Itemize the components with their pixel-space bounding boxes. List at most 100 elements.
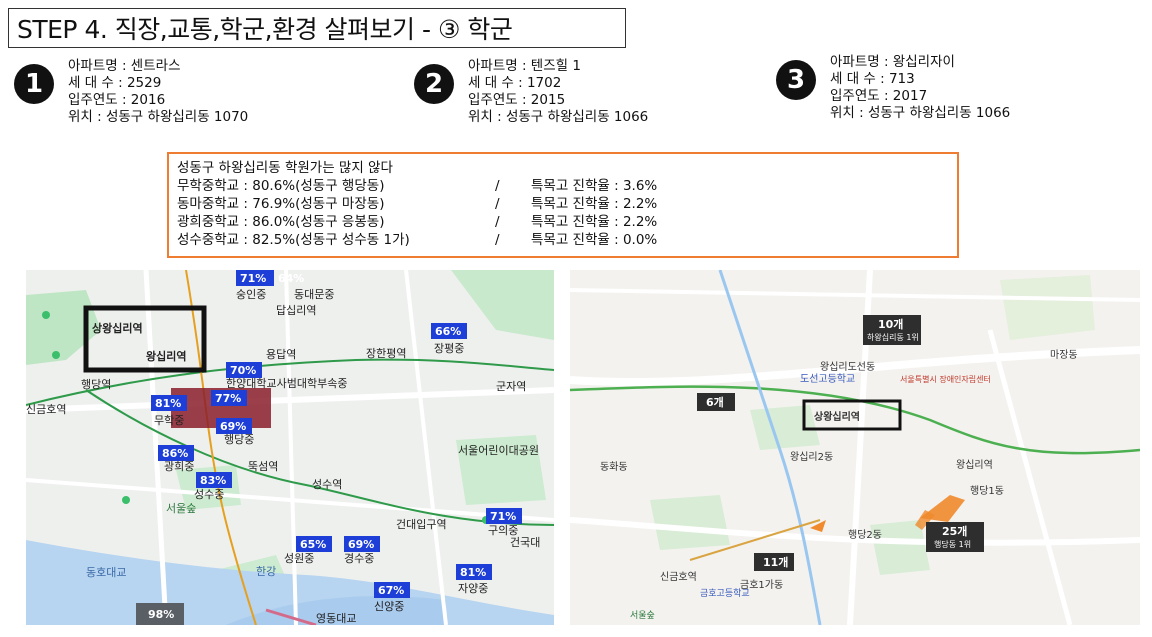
map-label: 왕십리역 [146, 349, 186, 363]
map-tag-count: 10개 [878, 317, 903, 331]
map-canvas: 10개 하왕십리동 1위 6개 25개 행당동 1위 11개 상왕십리역 왕십리… [570, 270, 1140, 625]
map-badge: 98% [148, 608, 174, 621]
map-badge: 83% [200, 474, 226, 487]
apartment-year: 입주연도 : 2015 [468, 92, 566, 108]
map-badge: 81% [460, 566, 486, 579]
map-label: 왕십리도선동 [820, 361, 875, 373]
apartment-badge: 1 [14, 64, 54, 104]
school-info-box: 성동구 하왕십리동 학원가는 많지 않다 무학중학교 : 80.6%(성동구 행… [167, 152, 959, 258]
special-high-rate: 특목고 진학율 : 2.2% [531, 214, 658, 230]
apartment-badge: 3 [776, 60, 816, 100]
apartment-households: 세 대 수 : 1702 [468, 75, 562, 91]
special-high-rate: 특목고 진학율 : 3.6% [531, 178, 658, 194]
map-label: 동대문중 [294, 288, 334, 301]
map-label: 숭인중 [236, 288, 266, 301]
map-label: 왕십리역 [956, 459, 993, 471]
map-label: 동화동 [600, 461, 628, 473]
map-label: 왕십리2동 [790, 451, 833, 463]
map-tag-rank: 하왕십리동 1위 [867, 332, 919, 342]
separator: / [495, 196, 500, 212]
school-row: 동마중학교 : 76.9%(성동구 마장동) / 특목고 진학율 : 2.2% [177, 195, 949, 213]
map-badge: 77% [215, 392, 241, 405]
map-tag-rank: 행당동 1위 [934, 539, 971, 549]
map-station-box-label: 상왕십리역 [814, 410, 860, 423]
map-label: 행당2동 [848, 529, 882, 541]
map-label: 신양중 [374, 600, 404, 613]
map-label: 뚝섬역 [248, 460, 278, 473]
apartment-households: 세 대 수 : 2529 [68, 75, 162, 91]
map-label: 행당중 [224, 433, 254, 446]
map-badge: 69% [220, 420, 246, 433]
map-label: 신금호역 [660, 571, 697, 583]
school-district-map[interactable]: 71% 64% 66% 70% 81% 77% 69% 86% 83% 65% … [26, 270, 554, 625]
special-high-rate: 특목고 진학율 : 0.0% [531, 232, 658, 248]
map-label: 서울특별시 장애인자립센터 [900, 374, 991, 384]
map-label: 서울숲 [630, 610, 655, 621]
map-label: 금호고등학교 [700, 588, 750, 599]
map-tag-count: 25개 [942, 524, 967, 538]
separator: / [495, 214, 500, 230]
separator: / [495, 178, 500, 194]
map-badge: 71% [240, 272, 266, 285]
map-label: 한양대학교사범대학부속중 [226, 377, 347, 390]
map-badge: 65% [300, 538, 326, 551]
apartment-year: 입주연도 : 2016 [68, 92, 166, 108]
apartment-location: 위치 : 성동구 하왕십리동 1066 [830, 105, 1011, 121]
school-rate: 동마중학교 : 76.9%(성동구 마장동) [177, 196, 385, 212]
apartment-name: 아파트명 : 왕십리자이 [830, 54, 955, 70]
map-tag-count: 11개 [763, 555, 788, 569]
map-label: 광희중 [164, 460, 194, 473]
map-label: 자양중 [458, 582, 488, 595]
map-label: 경수중 [344, 552, 374, 565]
apartment-location: 위치 : 성동구 하왕십리동 1066 [468, 109, 649, 125]
map-badge: 64% [278, 272, 304, 285]
map-label: 장한평역 [366, 347, 406, 360]
map-badge: 86% [162, 447, 188, 460]
separator: / [495, 232, 500, 248]
apartment-name: 아파트명 : 센트라스 [68, 58, 181, 74]
map-label: 건국대 [510, 536, 540, 549]
apartment-households: 세 대 수 : 713 [830, 71, 915, 87]
map-label: 무학중 [154, 414, 184, 427]
apartment-card-3: 3 아파트명 : 왕십리자이 세 대 수 : 713 입주연도 : 2017 위… [776, 54, 1010, 122]
school-rate: 성수중학교 : 82.5%(성동구 성수동 1가) [177, 232, 410, 248]
page-title: STEP 4. 직장,교통,학군,환경 살펴보기 - ③ 학군 [17, 15, 513, 44]
map-label: 답십리역 [276, 304, 316, 317]
school-row: 무학중학교 : 80.6%(성동구 행당동) / 특목고 진학율 : 3.6% [177, 177, 949, 195]
map-badge: 66% [435, 325, 461, 338]
map-tag-count: 6개 [706, 395, 724, 409]
apartment-badge: 2 [414, 64, 454, 104]
map-label: 한강 [256, 565, 276, 578]
school-row: 광희중학교 : 86.0%(성동구 응봉동) / 특목고 진학율 : 2.2% [177, 213, 949, 231]
school-rate: 광희중학교 : 86.0%(성동구 응봉동) [177, 214, 385, 230]
map-label: 행당역 [81, 378, 111, 391]
info-heading: 성동구 하왕십리동 학원가는 많지 않다 [177, 160, 393, 176]
school-rate: 무학중학교 : 80.6%(성동구 행당동) [177, 178, 385, 194]
map-label: 마장동 [1050, 349, 1078, 361]
map-badge: 69% [348, 538, 374, 551]
apartment-location: 위치 : 성동구 하왕십리동 1070 [68, 109, 249, 125]
map-label: 성원중 [284, 552, 314, 565]
academy-density-map[interactable]: 10개 하왕십리동 1위 6개 25개 행당동 1위 11개 상왕십리역 왕십리… [570, 270, 1140, 625]
special-high-rate: 특목고 진학율 : 2.2% [531, 196, 658, 212]
map-badge: 67% [378, 584, 404, 597]
map-label: 성수역 [312, 478, 342, 491]
apartment-card-1: 1 아파트명 : 센트라스 세 대 수 : 2529 입주연도 : 2016 위… [14, 58, 248, 126]
map-badge: 71% [490, 510, 516, 523]
map-label: 용답역 [266, 348, 296, 361]
map-label: 서울어린이대공원 [458, 444, 539, 457]
apartment-name: 아파트명 : 텐즈힐 1 [468, 58, 581, 74]
map-label: 군자역 [496, 380, 526, 393]
map-label: 서울숲 [166, 502, 196, 515]
map-label: 영동대교 [316, 612, 356, 625]
map-badge: 70% [230, 364, 256, 377]
map-label: 건대입구역 [396, 518, 447, 531]
map-label: 동호대교 [86, 566, 126, 579]
step-title-box: STEP 4. 직장,교통,학군,환경 살펴보기 - ③ 학군 [8, 8, 626, 48]
map-label: 신금호역 [26, 403, 66, 416]
map-label: 도선고등학교 [800, 373, 855, 385]
map-canvas: 71% 64% 66% 70% 81% 77% 69% 86% 83% 65% … [26, 270, 554, 625]
apartment-card-2: 2 아파트명 : 텐즈힐 1 세 대 수 : 1702 입주연도 : 2015 … [414, 58, 648, 126]
apartment-year: 입주연도 : 2017 [830, 88, 928, 104]
school-row: 성수중학교 : 82.5%(성동구 성수동 1가) / 특목고 진학율 : 0.… [177, 231, 949, 249]
